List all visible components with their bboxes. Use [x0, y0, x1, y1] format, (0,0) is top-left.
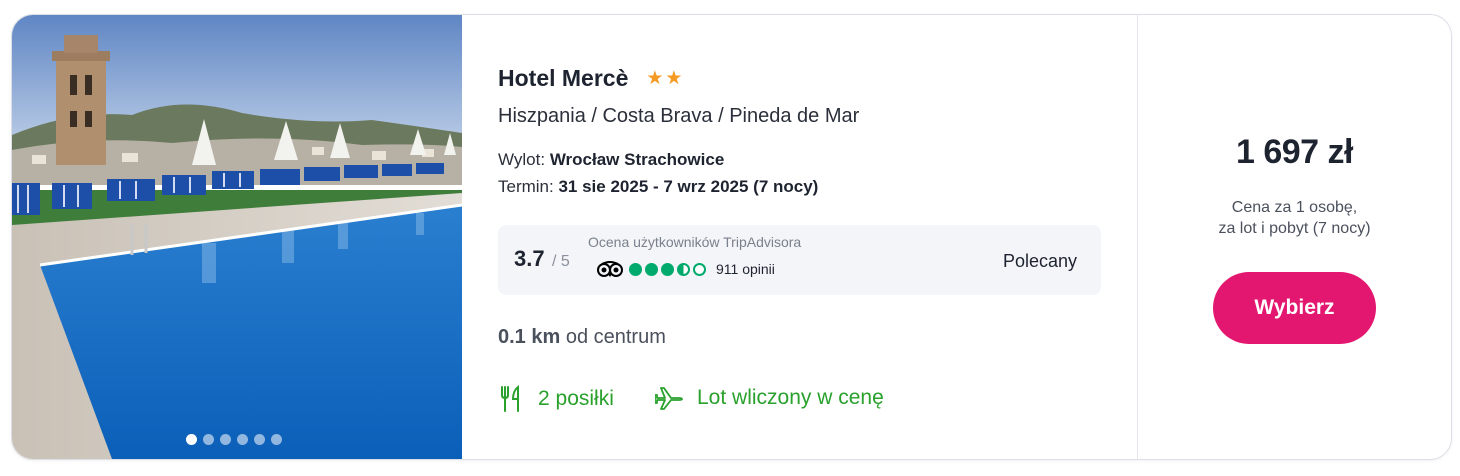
gallery-dots	[186, 434, 282, 445]
price-panel: 1 697 zł Cena za 1 osobę, za lot i pobyt…	[1138, 15, 1451, 459]
gallery-dot[interactable]	[271, 434, 282, 445]
hotel-location: Hiszpania / Costa Brava / Pineda de Mar	[498, 105, 860, 127]
rating-bubbles	[629, 262, 706, 276]
feature-meals: 2 posiłki	[498, 385, 614, 413]
reviews-count[interactable]: 911 opinii	[716, 261, 775, 277]
hotel-pool-image	[12, 15, 462, 459]
tripadvisor-owl-icon	[597, 261, 623, 277]
fork-knife-icon	[501, 385, 519, 412]
departure-info: Wylot: Wrocław Strachowice	[498, 150, 724, 170]
rating-max: / 5	[552, 253, 570, 270]
price-amount: 1 697 zł	[1236, 133, 1353, 171]
tripadvisor-rating: 3.7 / 5 Ocena użytkowników TripAdvisora	[498, 225, 1101, 295]
distance-info: 0.1 km od centrum	[498, 326, 666, 349]
price-note: Cena za 1 osobę, za lot i pobyt (7 nocy)	[1138, 197, 1451, 239]
gallery-dot[interactable]	[186, 434, 197, 445]
term-dates: 31 sie 2025 - 7 wrz 2025 (7 nocy)	[558, 177, 819, 196]
feature-flight: Lot wliczony w cenę	[655, 385, 884, 411]
rating-source-label: Ocena użytkowników TripAdvisora	[588, 234, 802, 250]
hotel-offer-card[interactable]: Hotel Mercè ★★ Hiszpania / Costa Brava /…	[11, 14, 1452, 460]
title-row: Hotel Mercè ★★	[498, 65, 684, 92]
hotel-photo[interactable]	[12, 15, 462, 459]
rating-bubbles-row: 911 opinii	[596, 261, 775, 277]
rating-bubble-full	[645, 262, 658, 276]
departure-airport: Wrocław Strachowice	[549, 150, 725, 169]
term-label: Termin:	[498, 177, 554, 196]
distance-value: 0.1 km	[498, 326, 561, 348]
gallery-dot[interactable]	[254, 434, 265, 445]
departure-label: Wylot:	[498, 150, 546, 169]
offer-details: Hotel Mercè ★★ Hiszpania / Costa Brava /…	[498, 15, 1118, 459]
hotel-stars-icon: ★★	[646, 68, 685, 89]
rating-score: 3.7	[514, 246, 545, 271]
rating-bubble-full	[629, 262, 642, 276]
gallery-dot[interactable]	[220, 434, 231, 445]
feature-meals-label: 2 posiłki	[538, 387, 614, 410]
feature-flight-label: Lot wliczony w cenę	[697, 386, 884, 409]
rating-bubble-full	[661, 262, 674, 276]
rating-badge: Polecany	[1002, 251, 1077, 271]
gallery-dot[interactable]	[237, 434, 248, 445]
distance-label: od centrum	[565, 326, 666, 348]
gallery-dot[interactable]	[203, 434, 214, 445]
choose-button[interactable]: Wybierz	[1213, 272, 1376, 344]
hotel-name[interactable]: Hotel Mercè	[498, 65, 628, 92]
rating-bubble-half	[677, 262, 690, 276]
price-note-line2: za lot i pobyt (7 nocy)	[1218, 220, 1371, 237]
airplane-icon	[655, 387, 683, 410]
term-info: Termin: 31 sie 2025 - 7 wrz 2025 (7 nocy…	[498, 177, 818, 197]
price-note-line1: Cena za 1 osobę,	[1231, 199, 1358, 216]
rating-bubble-empty	[693, 262, 706, 276]
